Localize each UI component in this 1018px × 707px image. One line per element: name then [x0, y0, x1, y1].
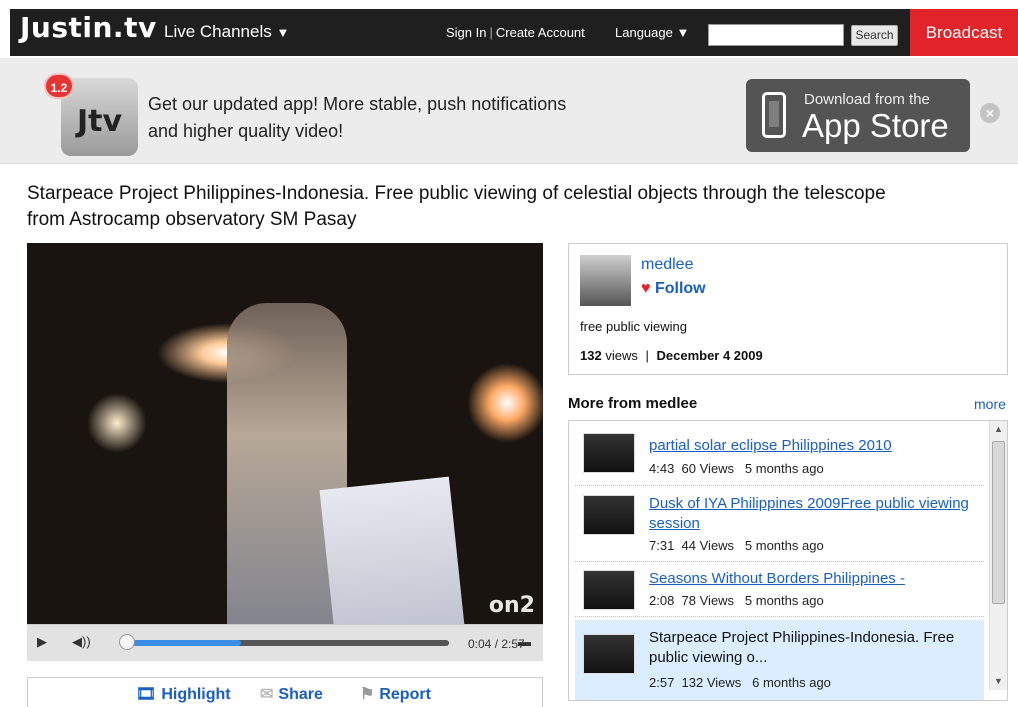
video-title-link[interactable]: Seasons Without Borders Philippines - [649, 569, 989, 589]
app-store-label: App Store [802, 107, 949, 144]
volume-icon[interactable]: ◀)) [72, 634, 91, 650]
seek-progress [124, 640, 241, 646]
video-title-link[interactable]: partial solar eclipse Philippines 2010 [649, 436, 989, 456]
scroll-up-icon[interactable]: ▲ [990, 421, 1007, 438]
highlight-label: Highlight [161, 686, 231, 703]
more-from-heading: More from medlee [568, 395, 698, 412]
views-label: views [605, 348, 638, 363]
broadcast-button[interactable]: Broadcast [910, 9, 1018, 56]
banner-message: Get our updated app! More stable, push n… [148, 94, 567, 141]
scroll-down-icon[interactable]: ▼ [990, 673, 1007, 690]
divider: | [489, 25, 493, 40]
scrollbar-thumb[interactable] [992, 441, 1005, 604]
highlight-button[interactable]: 🎞 Highlight [136, 684, 231, 704]
create-account-link[interactable]: Create Account [496, 25, 585, 40]
seek-bar[interactable] [124, 640, 449, 646]
video-frame-sign [319, 476, 465, 624]
page-title: Starpeace Project Philippines-Indonesia.… [27, 183, 886, 230]
chevron-down-icon: ▼ [676, 25, 690, 40]
video-actions: 🎞 Highlight ✉ Share ⚑ Report [27, 677, 543, 707]
video-frame-light [87, 393, 147, 453]
video-meta: 2:57 132 Views 6 months ago [649, 675, 831, 690]
version-badge: 1.2 [44, 73, 74, 99]
player-controls: ▶ ◀)) 0:04 / 2:57 ▬ [27, 624, 543, 661]
list-item-current[interactable]: Starpeace Project Philippines-Indonesia.… [575, 620, 984, 700]
envelope-icon: ✉ [260, 686, 274, 703]
age: 5 months ago [744, 538, 824, 553]
language-menu[interactable]: Language ▼ [615, 25, 689, 40]
video-thumbnail[interactable] [583, 634, 635, 674]
duration: 2:57 [649, 675, 675, 690]
follow-button[interactable]: ♥ Follow [641, 280, 706, 298]
app-store-button[interactable]: Download from the App Store [746, 79, 970, 152]
search-button[interactable]: Search [851, 25, 898, 46]
video-description: free public viewing [580, 319, 687, 334]
video-meta: 7:31 44 Views 5 months ago [649, 538, 824, 553]
video-thumbnail[interactable] [583, 433, 635, 473]
age: 5 months ago [744, 461, 824, 476]
follow-label: Follow [654, 280, 706, 297]
list-scrollbar[interactable]: ▲ ▼ [989, 421, 1007, 690]
video-thumbnail[interactable] [583, 570, 635, 610]
duration: 2:08 [649, 593, 675, 608]
sign-in-link[interactable]: Sign In [446, 25, 486, 40]
video-date: December 4 2009 [656, 348, 763, 363]
channel-info: medlee ♥ Follow free public viewing 132 … [568, 243, 1008, 375]
time-display: 0:04 / 2:57 [468, 637, 525, 651]
video-meta: 4:43 60 Views 5 months ago [649, 461, 824, 476]
view-count: 132 Views [681, 675, 742, 690]
live-channels-label: Live Channels [164, 22, 272, 41]
view-count: 44 Views [681, 538, 735, 553]
download-from-label: Download from the [804, 91, 930, 108]
account-links: Sign In | Create Account [446, 25, 585, 40]
list-item[interactable]: Seasons Without Borders Philippines - 2:… [575, 563, 984, 617]
video-meta: 2:08 78 Views 5 months ago [649, 593, 824, 608]
video-title: Starpeace Project Philippines-Indonesia.… [649, 629, 955, 666]
share-button[interactable]: ✉ Share [260, 684, 323, 704]
list-item[interactable]: Dusk of IYA Philippines 2009Free public … [575, 487, 984, 562]
video-thumbnail[interactable] [583, 495, 635, 535]
phone-icon [762, 92, 786, 138]
top-nav: Justin.tv Live Channels ▼ Sign In | Create… [0, 0, 1018, 58]
list-item[interactable]: partial solar eclipse Philippines 2010 4… [575, 425, 984, 486]
more-link[interactable]: more [974, 396, 1006, 412]
video-watermark: on2 [488, 593, 535, 618]
close-icon[interactable]: × [980, 103, 1000, 123]
video-player[interactable]: on2 [27, 243, 543, 624]
video-title-link[interactable]: Dusk of IYA Philippines 2009Free public … [649, 494, 989, 534]
share-label: Share [278, 686, 323, 703]
views-count: 132 [580, 348, 602, 363]
chevron-down-icon: ▼ [276, 25, 290, 40]
view-count: 60 Views [681, 461, 735, 476]
report-label: Report [379, 686, 431, 703]
view-count: 78 Views [681, 593, 735, 608]
search-input[interactable] [708, 24, 844, 46]
site-logo[interactable]: Justin.tv [20, 11, 157, 44]
film-icon: 🎞 [136, 686, 157, 703]
video-frame-light [467, 363, 543, 443]
duration: 4:43 [649, 461, 675, 476]
channel-username[interactable]: medlee [641, 256, 693, 274]
heart-icon: ♥ [641, 280, 651, 297]
age: 5 months ago [744, 593, 824, 608]
age: 6 months ago [752, 675, 831, 690]
language-label: Language [615, 25, 673, 40]
report-button[interactable]: ⚑ Report [360, 684, 431, 704]
fullscreen-icon[interactable]: ▬ [518, 634, 531, 649]
flag-icon: ⚑ [360, 686, 375, 703]
divider: | [645, 348, 649, 363]
avatar[interactable] [580, 255, 631, 306]
duration: 7:31 [649, 538, 675, 553]
seek-handle[interactable] [119, 634, 135, 650]
play-icon[interactable]: ▶ [37, 634, 47, 650]
video-stats: 132 views | December 4 2009 [580, 348, 763, 363]
live-channels-menu[interactable]: Live Channels ▼ [164, 22, 289, 42]
related-videos-list: partial solar eclipse Philippines 2010 4… [568, 420, 1008, 701]
